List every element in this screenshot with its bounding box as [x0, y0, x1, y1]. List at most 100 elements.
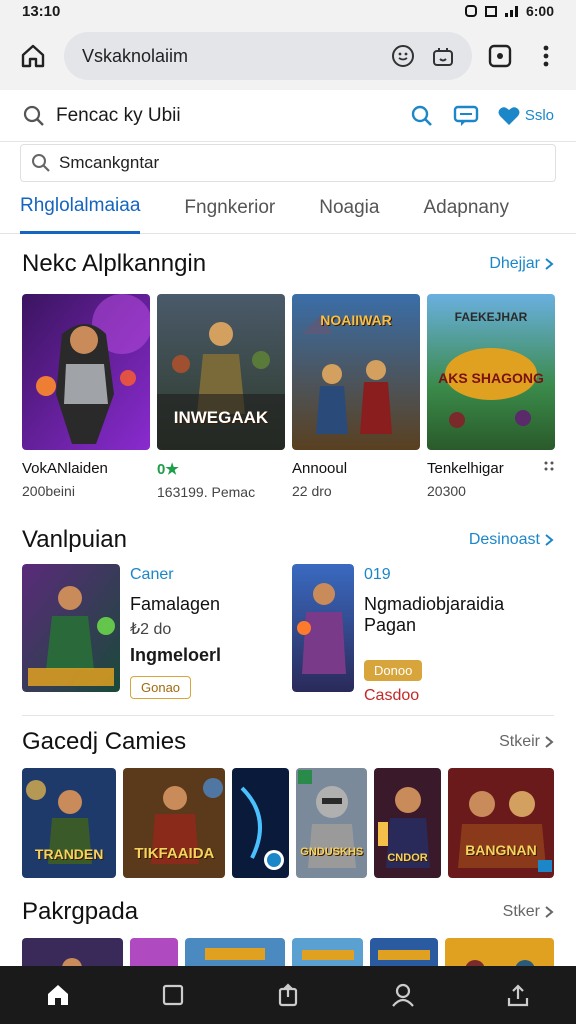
- search-icon: [23, 105, 44, 126]
- section-title: Pakrgpada: [22, 898, 139, 925]
- game-card[interactable]: INWEGAAK 0★ 163199. Pemac: [157, 294, 285, 500]
- sim-icon: [484, 6, 497, 17]
- featured-category: 019: [364, 566, 391, 583]
- featured-info: 019 Ngmadiobjaraidia Pagan Donoo Casdoo: [364, 564, 554, 705]
- card-subtitle: 163199. Pemac: [157, 484, 256, 500]
- game-tile[interactable]: TIKFAAIDA: [123, 768, 226, 878]
- section-more-label: Desinoast: [468, 531, 540, 548]
- status-bar: 13:10 6:00: [0, 0, 576, 22]
- puzzle-icon: [433, 48, 453, 66]
- game-tile[interactable]: CNDOR: [374, 768, 441, 878]
- featured-name: Ngmadiobjaraidia Pagan: [364, 594, 505, 635]
- card-subtitle: 200beini: [22, 483, 75, 499]
- game-tile-title: GNDUSKHS: [300, 846, 364, 858]
- section-more-label: Stker: [502, 903, 540, 920]
- game-card[interactable]: NOAIIWAR Annooul 22 dro: [292, 294, 420, 500]
- section-more-link[interactable]: Dhejjar: [489, 255, 554, 273]
- site-search-text[interactable]: Fencac ky Ubii: [56, 105, 391, 127]
- game-tile-title: TRANDEN: [34, 846, 104, 862]
- home-icon: [47, 985, 68, 1005]
- section-more-link[interactable]: Stker: [503, 903, 554, 921]
- tab-switcher-icon: [488, 44, 512, 68]
- tab-2[interactable]: Noagia: [319, 182, 379, 234]
- section-header: Nekc Alplkanngin Dhejjar: [22, 234, 554, 294]
- game-art-title: INWEGAAK: [173, 408, 269, 427]
- featured-name: Famalagen: [130, 594, 221, 614]
- featured-subname: Ingmeloerl: [130, 645, 222, 665]
- smile-circle-icon: [392, 45, 414, 67]
- nav-tabs-button[interactable]: [149, 971, 197, 1019]
- featured-price: Casdoo: [364, 687, 420, 704]
- address-bar[interactable]: Vskaknolaiim: [64, 32, 472, 80]
- game-art-title: AKS SHAGONG: [438, 370, 544, 386]
- games-gallery: TRANDEN TIKFAAIDA GNDUSKHS CNDOR BANGNAN: [0, 768, 576, 878]
- game-tile-title: BANGNAN: [465, 842, 537, 858]
- browser-menu-button[interactable]: [528, 38, 564, 74]
- rating-value: 0★: [157, 461, 179, 478]
- section-header: Vanlpuian Desinoast: [22, 516, 554, 564]
- header-search-button[interactable]: [409, 104, 435, 128]
- browser-home-button[interactable]: [12, 35, 54, 77]
- card-row: VokANlaiden 200beini INWEGAAK 0★ 163199.…: [22, 294, 555, 500]
- featured-price: ₺2 do: [130, 621, 172, 638]
- game-tile[interactable]: [232, 768, 290, 878]
- section-more-link[interactable]: Desinoast: [469, 531, 554, 549]
- tab-3[interactable]: Adapnany: [423, 182, 509, 234]
- game-tile[interactable]: GNDUSKHS: [296, 768, 368, 878]
- game-card[interactable]: VokANlaiden 200beini: [22, 294, 150, 500]
- square-icon: [162, 984, 183, 1006]
- grid-dots-icon[interactable]: [543, 460, 555, 474]
- signal-icon: [504, 6, 518, 17]
- heart-icon: [498, 106, 520, 125]
- game-artwork-image: [22, 294, 150, 450]
- featured-item[interactable]: Caner Famalagen ₺2 do Ingmeloerl Gonao: [22, 564, 284, 705]
- tabs-button[interactable]: [482, 38, 518, 74]
- search-input[interactable]: Smcankgntar: [20, 144, 556, 182]
- extension-button[interactable]: [428, 41, 458, 71]
- tab-1[interactable]: Fngnkerior: [184, 182, 275, 234]
- search-icon: [411, 105, 432, 126]
- featured-category: Caner: [130, 566, 174, 583]
- nav-home-button[interactable]: [34, 971, 82, 1019]
- game-art: [22, 294, 150, 450]
- featured-item[interactable]: 019 Ngmadiobjaraidia Pagan Donoo Casdoo: [292, 564, 554, 705]
- featured-artwork-image: [22, 564, 120, 692]
- game-art: FAEKEJHAR AKS SHAGONG: [427, 294, 555, 450]
- game-tile-title: TIKFAAIDA: [134, 845, 215, 862]
- nav-upload-button[interactable]: [494, 971, 542, 1019]
- game-tile[interactable]: BANGNAN: [447, 768, 555, 878]
- game-art-badge: FAEKEJHAR: [454, 310, 528, 324]
- game-card[interactable]: FAEKEJHAR AKS SHAGONG Tenkelhigar 20300: [427, 294, 555, 500]
- featured-pill[interactable]: Donoo: [364, 660, 423, 681]
- section-title: Nekc Alplkanngin: [22, 250, 207, 277]
- popular-section: Pakrgpada Stker: [0, 886, 576, 938]
- alarm-icon: [464, 5, 477, 17]
- section-header: Pakrgpada Stker: [22, 886, 554, 938]
- more-vert-icon: [543, 45, 549, 67]
- card-title: VokANlaiden: [22, 460, 108, 477]
- nav-profile-button[interactable]: [379, 971, 427, 1019]
- section-more-link[interactable]: Stkeir: [499, 733, 554, 751]
- reader-mode-button[interactable]: [388, 41, 418, 71]
- game-artwork-image: [296, 768, 368, 878]
- home-icon: [21, 44, 45, 68]
- game-art-title: NOAIIWAR: [320, 312, 392, 328]
- card-title-text: Tenkelhigar: [427, 460, 504, 477]
- header-chat-button[interactable]: [453, 104, 479, 128]
- featured-pill[interactable]: Gonao: [130, 676, 192, 699]
- section-more-label: Dhejjar: [489, 255, 540, 272]
- games-section: Gacedj Camies Stkeir: [0, 716, 576, 768]
- game-tile[interactable]: TRANDEN: [22, 768, 117, 878]
- header-favorites-button[interactable]: Sslo: [497, 105, 554, 127]
- chat-icon: [453, 105, 479, 126]
- search-icon: [32, 154, 50, 172]
- featured-info: Caner Famalagen ₺2 do Ingmeloerl Gonao: [130, 564, 284, 705]
- browser-toolbar: Vskaknolaiim: [0, 22, 576, 90]
- featured-list: Caner Famalagen ₺2 do Ingmeloerl Gonao 0…: [0, 564, 576, 705]
- section-title: Gacedj Camies: [22, 728, 187, 755]
- game-artwork-image: [232, 768, 290, 878]
- status-time: 13:10: [22, 2, 61, 20]
- nav-share-button[interactable]: [264, 971, 312, 1019]
- tab-0[interactable]: Rhglolalmaiaa: [20, 182, 141, 234]
- game-art: NOAIIWAR: [292, 294, 420, 450]
